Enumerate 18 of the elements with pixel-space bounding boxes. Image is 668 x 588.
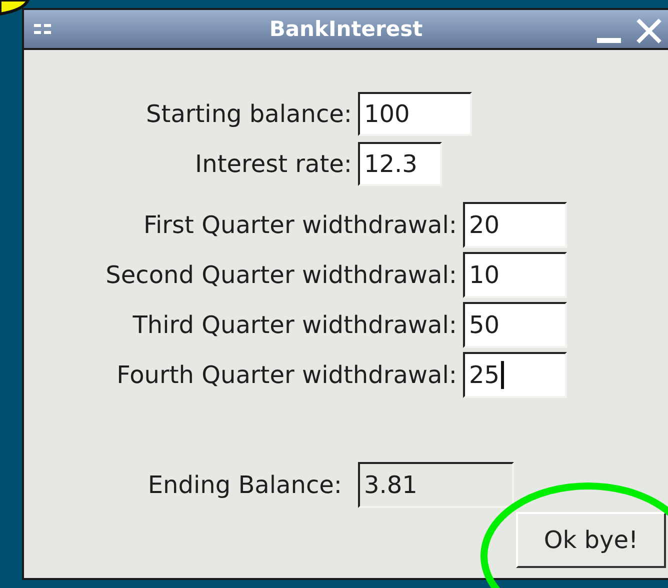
field-label: First Quarter widthdrawal: (142, 211, 457, 239)
field-label: Ending Balance: (146, 471, 342, 499)
input-field[interactable]: 25 (463, 352, 567, 398)
input-field[interactable]: 100 (358, 92, 472, 136)
ok-button[interactable]: Ok bye! (516, 512, 666, 568)
input-field[interactable]: 12.3 (358, 142, 442, 186)
field-label: Interest rate: (194, 150, 352, 178)
field-label: Third Quarter widthdrawal: (132, 311, 457, 339)
field-label: Second Quarter widthdrawal: (104, 261, 457, 289)
input-field[interactable]: 3.81 (358, 462, 514, 508)
input-field[interactable]: 10 (463, 252, 567, 298)
field-label: Fourth Quarter widthdrawal: (116, 361, 457, 389)
input-field[interactable]: 20 (463, 202, 567, 248)
field-label: Starting balance: (145, 100, 352, 128)
menu-icon[interactable] (34, 24, 52, 36)
close-icon[interactable] (636, 18, 662, 44)
window-title: BankInterest (269, 17, 423, 41)
input-field[interactable]: 50 (463, 302, 567, 348)
